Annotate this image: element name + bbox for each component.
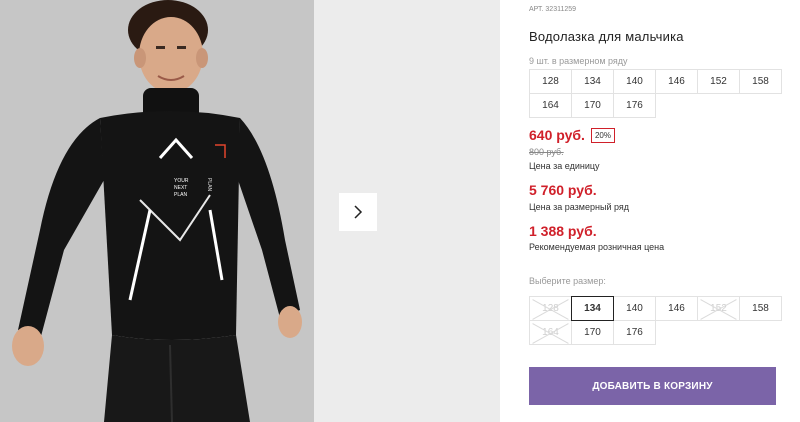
product-title: Водолазка для мальчика [529, 29, 684, 44]
size-option-164: 164 [529, 320, 572, 345]
retail-price-label: Рекомендуемая розничная цена [529, 242, 665, 252]
product-gallery: YOUR NEXT PLAN PLAN [0, 0, 500, 422]
row-price: 5 760 руб. [529, 182, 597, 198]
pack-size-cell: 146 [655, 69, 698, 94]
sleeve-print: PLAN [206, 178, 212, 191]
product-page: YOUR NEXT PLAN PLAN АРТ. 32311259 Водола… [0, 0, 800, 422]
pack-size-label: 9 шт. в размерном ряду [529, 56, 628, 66]
size-option-170[interactable]: 170 [571, 320, 614, 345]
pack-size-cell: 176 [613, 93, 656, 118]
retail-price: 1 388 руб. [529, 223, 597, 239]
size-option-158[interactable]: 158 [739, 296, 782, 321]
discount-badge: 20% [590, 127, 615, 143]
size-option-152: 152 [697, 296, 740, 321]
unit-price: 640 руб. [529, 127, 585, 143]
shirt-print-line-3: PLAN [174, 192, 187, 198]
pack-size-cell: 140 [613, 69, 656, 94]
add-to-cart-button[interactable]: ДОБАВИТЬ В КОРЗИНУ [529, 367, 776, 405]
boy-turtleneck-illustration: YOUR NEXT PLAN PLAN [0, 0, 314, 422]
pack-size-cell: 164 [529, 93, 572, 118]
pack-size-cell: 128 [529, 69, 572, 94]
pack-size-cell: 158 [739, 69, 782, 94]
old-price: 800 руб. [529, 147, 564, 157]
size-option-140[interactable]: 140 [613, 296, 656, 321]
pack-size-cell: 170 [571, 93, 614, 118]
shirt-print-line-2: NEXT [174, 185, 187, 191]
size-option-134[interactable]: 134 [571, 296, 614, 321]
gallery-next-button[interactable] [339, 193, 377, 231]
product-photo: YOUR NEXT PLAN PLAN [0, 0, 314, 422]
size-selector-label: Выберите размер: [529, 276, 606, 286]
size-option-128: 128 [529, 296, 572, 321]
size-option-146[interactable]: 146 [655, 296, 698, 321]
row-price-label: Цена за размерный ряд [529, 202, 630, 212]
unit-price-label: Цена за единицу [529, 161, 600, 171]
pack-size-cell: 134 [571, 69, 614, 94]
shirt-print-line-1: YOUR [174, 178, 189, 184]
size-selector: 128 134 140 146 152 158 164 170 176 [529, 296, 782, 345]
article-number: АРТ. 32311259 [529, 6, 577, 13]
pack-size-cell: 152 [697, 69, 740, 94]
size-option-176[interactable]: 176 [613, 320, 656, 345]
chevron-right-icon [354, 205, 363, 219]
pack-sizes-grid: 128 134 140 146 152 158 164 170 176 [529, 69, 782, 118]
price-row: 640 руб. 20% [529, 127, 615, 143]
